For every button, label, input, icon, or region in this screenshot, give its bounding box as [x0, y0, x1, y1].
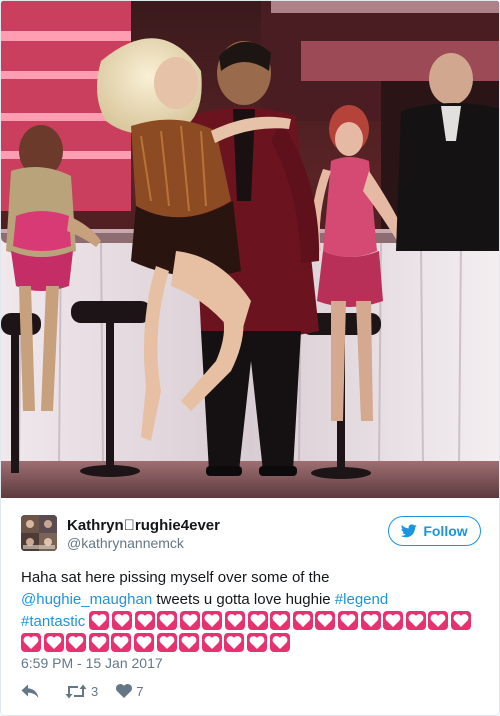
- tweet-timestamp[interactable]: 6:59 PM - 15 Jan 2017: [21, 655, 163, 671]
- heart-emoji-icon: [315, 611, 336, 630]
- heart-emoji-icon: [111, 633, 132, 652]
- heart-emoji-icon: [270, 611, 291, 630]
- heart-emoji-icon: [224, 611, 245, 630]
- mention-link[interactable]: @hughie_maughan: [21, 591, 152, 608]
- tweet-text-part-2: tweets u gotta love hughie: [152, 591, 335, 608]
- heart-emoji-icon: [450, 611, 471, 630]
- heart-emoji-icon: [43, 633, 64, 652]
- follow-label: Follow: [423, 523, 468, 539]
- heart-emoji-row: [21, 611, 473, 652]
- dance-performance-photo: [1, 1, 499, 498]
- avatar[interactable]: [21, 515, 57, 551]
- retweet-action[interactable]: 3: [65, 684, 98, 699]
- tweet-actions: 3 7: [21, 681, 143, 701]
- heart-emoji-icon: [246, 633, 267, 652]
- retweet-icon: [65, 684, 87, 698]
- heart-emoji-icon: [111, 611, 132, 630]
- follow-button[interactable]: Follow: [388, 516, 481, 546]
- reply-action[interactable]: [21, 684, 39, 699]
- heart-emoji-icon: [405, 611, 426, 630]
- heart-emoji-icon: [88, 633, 109, 652]
- heart-emoji-icon: [202, 611, 223, 630]
- heart-emoji-icon: [179, 611, 200, 630]
- embedded-tweet-card: Kathryn rughie4ever @kathrynannemck Foll…: [0, 0, 500, 716]
- tweet-text-part-1: Haha sat here pissing myself over some o…: [21, 569, 330, 586]
- author-screen-name[interactable]: @kathrynannemck: [67, 535, 184, 551]
- heart-icon: [116, 684, 133, 698]
- heart-emoji-icon: [360, 611, 381, 630]
- hashtag-legend-link[interactable]: #legend: [335, 591, 388, 608]
- tweet-text: Haha sat here pissing myself over some o…: [21, 567, 483, 655]
- heart-emoji-icon: [179, 633, 200, 652]
- heart-emoji-icon: [156, 633, 177, 652]
- heart-emoji-icon: [247, 611, 268, 630]
- retweet-count: 3: [91, 683, 99, 699]
- author-display-name[interactable]: Kathryn rughie4ever: [67, 517, 220, 534]
- hashtag-tantastic-link[interactable]: #tantastic: [21, 613, 85, 630]
- heart-emoji-icon: [66, 633, 87, 652]
- heart-emoji-icon: [157, 611, 178, 630]
- heart-emoji-icon: [201, 633, 222, 652]
- heart-emoji-icon: [224, 633, 245, 652]
- like-action[interactable]: 7: [116, 684, 143, 699]
- heart-emoji-icon: [428, 611, 449, 630]
- like-count: 7: [136, 683, 144, 699]
- tweet-photo[interactable]: [1, 1, 499, 498]
- tweet-header: Kathryn rughie4ever @kathrynannemck Foll…: [21, 513, 481, 553]
- heart-emoji-icon: [134, 611, 155, 630]
- reply-icon: [21, 684, 39, 698]
- heart-emoji-icon: [133, 633, 154, 652]
- heart-emoji-icon: [89, 611, 110, 630]
- heart-emoji-icon: [292, 611, 313, 630]
- heart-emoji-icon: [337, 611, 358, 630]
- heart-emoji-icon: [269, 633, 290, 652]
- heart-emoji-icon: [21, 633, 41, 652]
- heart-emoji-icon: [383, 611, 404, 630]
- avatar-photo: [21, 515, 57, 551]
- twitter-bird-icon: [401, 524, 418, 538]
